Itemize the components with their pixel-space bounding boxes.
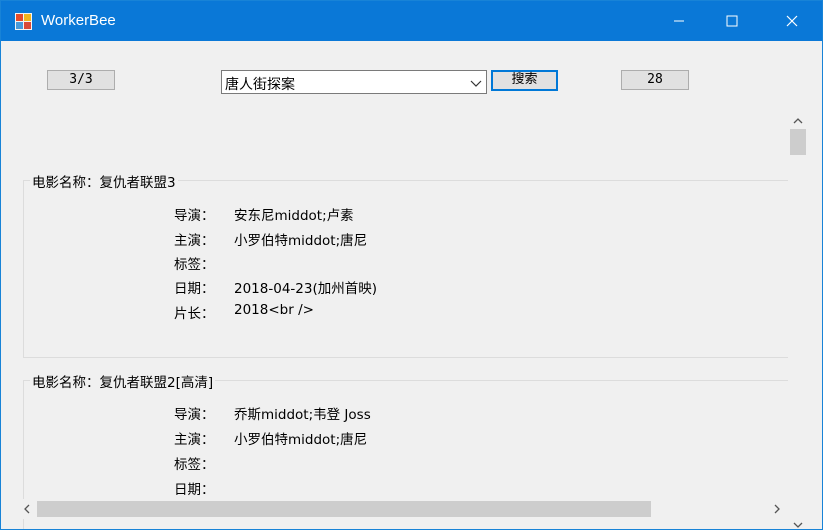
result-count: 28 [621,70,689,90]
director-label: 导演： [174,208,215,224]
vertical-scrollbar[interactable] [788,107,808,530]
search-combobox-value: 唐人街探案 [225,77,295,93]
close-icon [786,15,798,27]
starring-value: 小罗伯特middot;唐尼 [234,432,368,448]
date-label: 日期： [174,281,215,297]
title-bar[interactable]: WorkerBee [1,1,822,41]
scroll-up-icon[interactable] [788,113,808,129]
app-icon [15,13,32,30]
horizontal-scrollbar[interactable] [19,499,789,519]
scroll-right-icon[interactable] [769,501,785,517]
maximize-icon [726,15,738,27]
window-title: WorkerBee [41,12,116,29]
app-window: WorkerBee 3/3 唐人街探案 搜索 28 电影名称：复仇者联盟3 导演… [0,0,823,530]
minimize-button[interactable] [656,1,702,41]
movie-title: 电影名称：复仇者联盟3 [30,171,178,191]
search-button[interactable]: 搜索 [491,70,558,91]
search-combobox[interactable]: 唐人街探案 [221,70,487,94]
scroll-down-icon[interactable] [788,517,808,530]
date-label: 日期： [174,482,215,498]
runtime-label: 片长： [174,306,215,322]
tags-label: 标签： [174,457,215,473]
director-value: 安东尼middot;卢素 [234,208,354,224]
date-value: 2018-04-23(加州首映) [234,281,377,297]
tags-label: 标签： [174,257,215,273]
chevron-down-icon[interactable] [470,77,482,89]
maximize-button[interactable] [709,1,755,41]
close-button[interactable] [769,1,815,41]
results-panel[interactable]: 电影名称：复仇者联盟3 导演： 安东尼middot;卢素 主演： 小罗伯特mid… [1,107,822,529]
movie-group: 电影名称：复仇者联盟3 导演： 安东尼middot;卢素 主演： 小罗伯特mid… [23,171,793,358]
movie-title: 电影名称：复仇者联盟2[高清] [30,371,216,391]
director-value: 乔斯middot;韦登 Joss [234,407,371,423]
vertical-scroll-thumb[interactable] [790,129,806,155]
starring-label: 主演： [174,432,215,448]
director-label: 导演： [174,407,215,423]
page-indicator: 3/3 [47,70,115,90]
main-content: 3/3 唐人街探案 搜索 28 电影名称：复仇者联盟3 导演： 安东尼middo… [1,41,822,529]
runtime-value: 2018<br /> [234,302,314,318]
minimize-icon [674,20,684,22]
starring-value: 小罗伯特middot;唐尼 [234,233,368,249]
scroll-left-icon[interactable] [19,501,35,517]
horizontal-scroll-thumb[interactable] [37,501,651,517]
starring-label: 主演： [174,233,215,249]
